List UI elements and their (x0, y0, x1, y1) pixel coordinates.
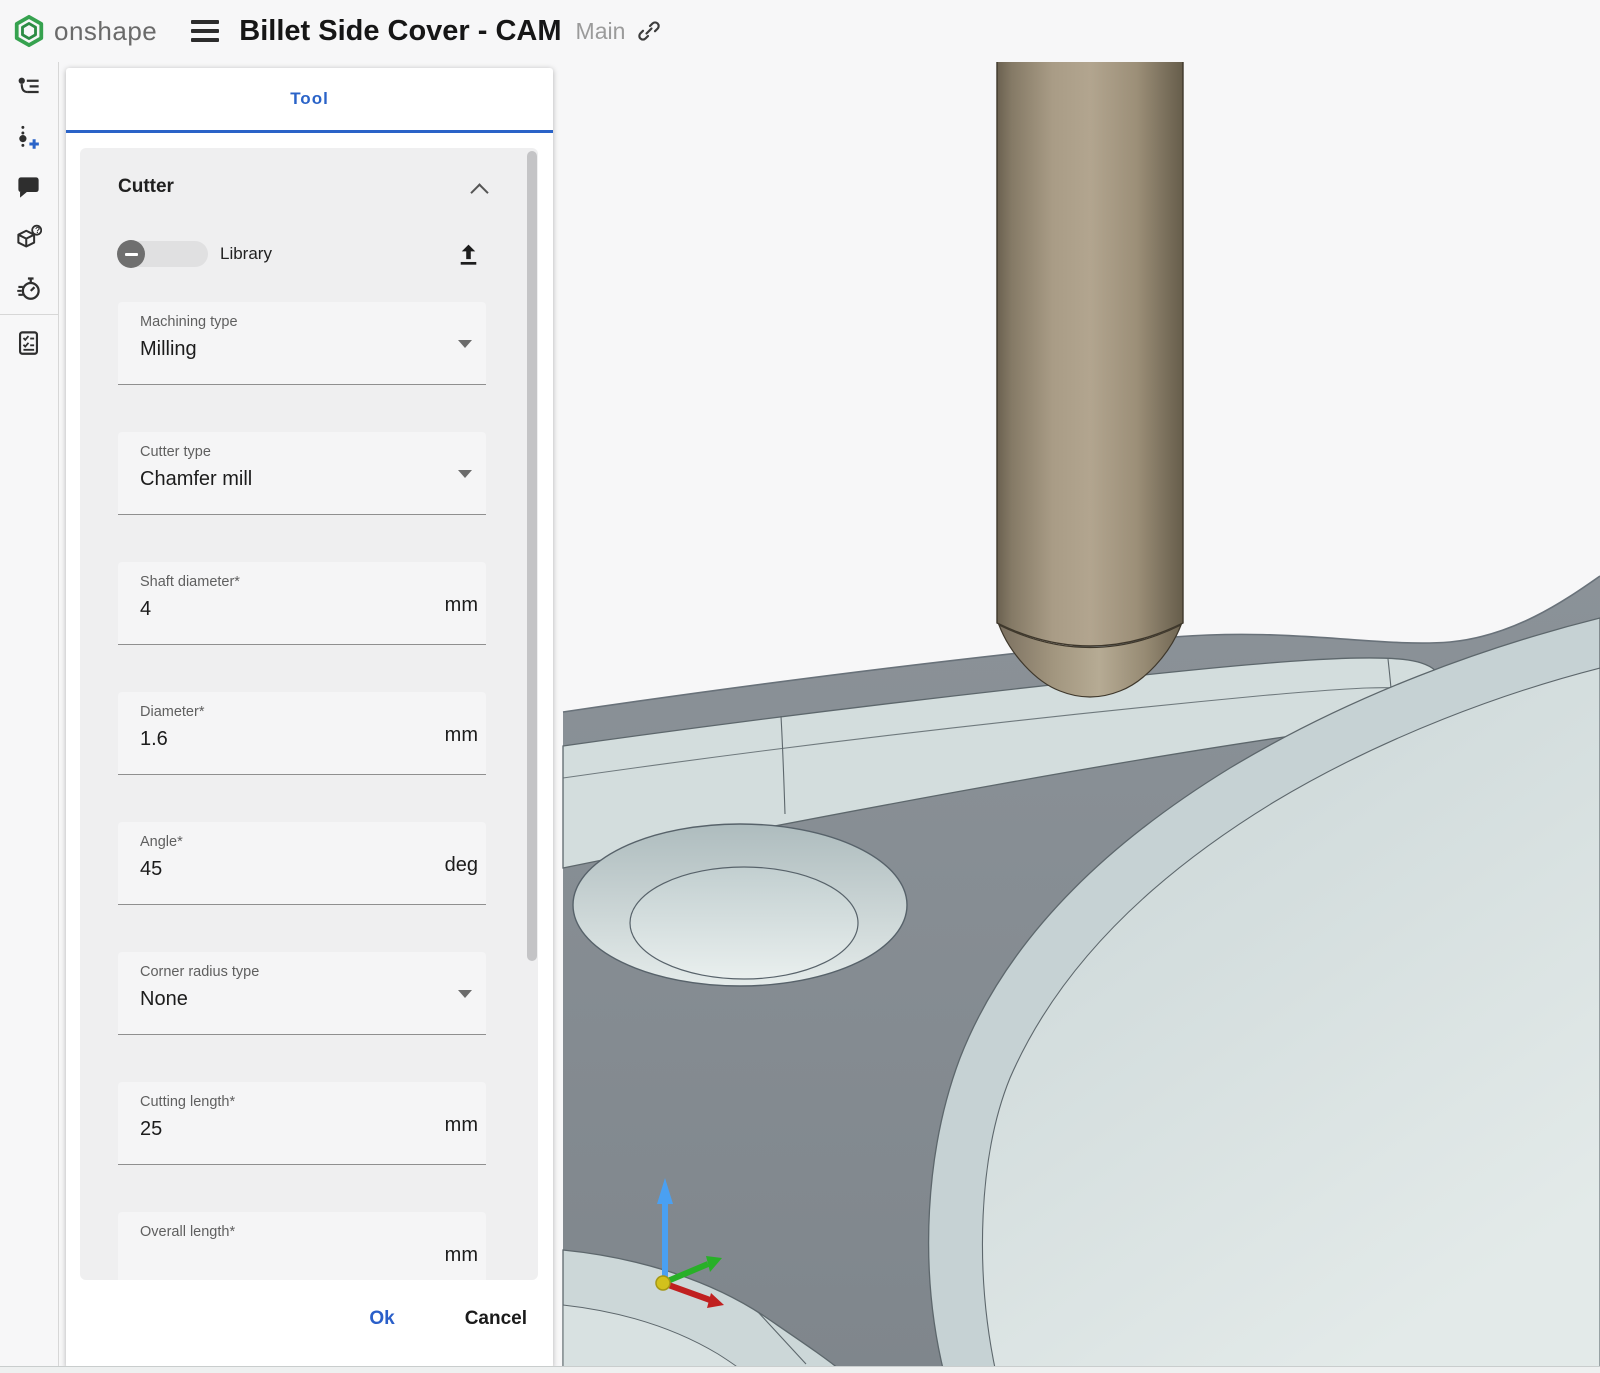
sidebar-item-comments[interactable] (0, 162, 57, 212)
field-cutter-type[interactable]: Cutter type Chamfer mill (118, 432, 486, 515)
field-label: Overall length* (140, 1224, 235, 1240)
collapse-chevron-icon[interactable] (470, 183, 488, 201)
field-label: Diameter* (140, 704, 204, 720)
checklist-icon (15, 329, 42, 356)
dropdown-caret-icon (458, 470, 472, 478)
field-label: Angle* (140, 834, 183, 850)
sidebar-item-checklist[interactable] (0, 317, 57, 367)
field-label: Cutting length* (140, 1094, 235, 1110)
left-icon-rail: ? (0, 62, 59, 1373)
counterbore-hole (573, 824, 907, 986)
document-title: Billet Side Cover - CAM (239, 15, 561, 48)
onshape-logo[interactable]: onshape (12, 14, 157, 48)
field-unit: deg (445, 854, 478, 877)
field-label: Machining type (140, 314, 238, 330)
origin-point (656, 1276, 670, 1290)
cutter-card: Cutter Library Machining type Milling (80, 148, 538, 1280)
field-shaft-diameter[interactable]: Shaft diameter* 4 mm (118, 562, 486, 645)
field-label: Corner radius type (140, 964, 259, 980)
library-label: Library (220, 244, 272, 264)
sidebar-item-timer[interactable] (0, 262, 57, 312)
field-unit: mm (445, 594, 478, 617)
workspace-label: Main (576, 18, 626, 45)
field-unit: mm (445, 724, 478, 747)
tool-dialog: Tool Cutter Library Machining t (66, 68, 553, 1368)
field-corner-radius-type[interactable]: Corner radius type None (118, 952, 486, 1035)
cube-question-icon: ? (15, 224, 42, 251)
field-overall-length[interactable]: Overall length* mm (118, 1212, 486, 1280)
field-value: 1.6 (140, 728, 168, 751)
field-diameter[interactable]: Diameter* 1.6 mm (118, 692, 486, 775)
field-unit: mm (445, 1114, 478, 1137)
field-value: Chamfer mill (140, 468, 252, 491)
operations-list-icon (15, 74, 42, 101)
field-value: None (140, 988, 188, 1011)
stopwatch-icon (15, 274, 42, 301)
field-cutting-length[interactable]: Cutting length* 25 mm (118, 1082, 486, 1165)
chamfer-mill-cutter[interactable] (997, 62, 1183, 697)
ok-button[interactable]: Ok (363, 1304, 400, 1334)
upload-icon (455, 241, 482, 268)
onshape-logo-icon (12, 14, 46, 48)
library-row: Library (118, 234, 482, 274)
library-toggle[interactable] (118, 241, 208, 267)
field-label: Cutter type (140, 444, 211, 460)
field-value: 45 (140, 858, 162, 881)
sidebar-item-help[interactable]: ? (0, 212, 57, 262)
toggle-knob-off-icon (117, 240, 145, 268)
dropdown-caret-icon (458, 990, 472, 998)
logo-text: onshape (54, 16, 157, 47)
field-label: Shaft diameter* (140, 574, 240, 590)
tab-tool-label: Tool (290, 89, 329, 109)
field-value: 4 (140, 598, 151, 621)
onshape-cam-app: onshape Billet Side Cover - CAM Main (0, 0, 1600, 1373)
dialog-footer: Ok Cancel (66, 1304, 533, 1334)
sidebar-item-operations[interactable] (0, 62, 57, 112)
field-unit: mm (445, 1244, 478, 1267)
menu-hamburger-icon[interactable] (187, 16, 223, 46)
sidebar-divider (0, 314, 58, 315)
field-value: Milling (140, 338, 197, 361)
field-value: 25 (140, 1118, 162, 1141)
tab-tool[interactable]: Tool (66, 68, 553, 133)
cancel-button[interactable]: Cancel (459, 1304, 533, 1334)
add-operation-icon (15, 124, 42, 151)
cutter-section-title: Cutter (118, 176, 174, 198)
window-bottom-edge (0, 1366, 1600, 1373)
svg-text:?: ? (35, 225, 40, 235)
dropdown-caret-icon (458, 340, 472, 348)
upload-tool-button[interactable] (455, 241, 482, 268)
share-link-icon[interactable] (637, 19, 661, 43)
field-machining-type[interactable]: Machining type Milling (118, 302, 486, 385)
field-angle[interactable]: Angle* 45 deg (118, 822, 486, 905)
comment-icon (15, 174, 42, 201)
top-bar: onshape Billet Side Cover - CAM Main (0, 0, 1600, 62)
sidebar-item-add-operation[interactable] (0, 112, 57, 162)
card-scrollbar-thumb[interactable] (527, 151, 537, 961)
